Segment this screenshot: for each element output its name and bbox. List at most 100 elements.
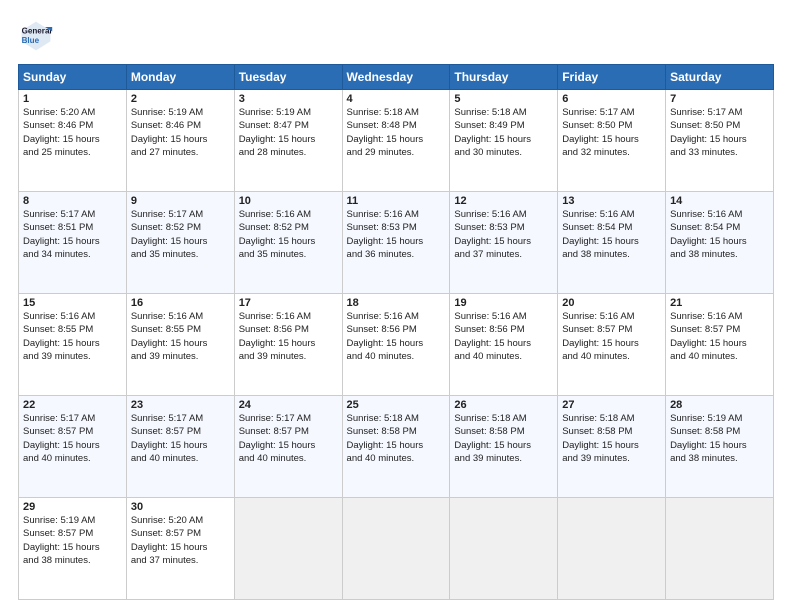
daylight-label: Daylight: 15 hours (562, 440, 639, 451)
daylight-label: Daylight: 15 hours (131, 542, 208, 553)
sunset-label: Sunset: 8:57 PM (131, 528, 201, 539)
day-info: Sunrise: 5:16 AM Sunset: 8:56 PM Dayligh… (239, 310, 338, 363)
sunset-label: Sunset: 8:51 PM (23, 222, 93, 233)
sunrise-label: Sunrise: 5:17 AM (131, 413, 203, 424)
svg-text:Blue: Blue (22, 36, 40, 45)
day-info: Sunrise: 5:16 AM Sunset: 8:53 PM Dayligh… (347, 208, 446, 261)
daylight-label: Daylight: 15 hours (23, 236, 100, 247)
day-info: Sunrise: 5:16 AM Sunset: 8:55 PM Dayligh… (23, 310, 122, 363)
daylight-minutes: and 40 minutes. (347, 453, 415, 464)
sunset-label: Sunset: 8:53 PM (454, 222, 524, 233)
daylight-minutes: and 38 minutes. (670, 249, 738, 260)
calendar-cell: 13 Sunrise: 5:16 AM Sunset: 8:54 PM Dayl… (558, 192, 666, 294)
daylight-minutes: and 29 minutes. (347, 147, 415, 158)
calendar-header-tuesday: Tuesday (234, 65, 342, 90)
day-info: Sunrise: 5:17 AM Sunset: 8:51 PM Dayligh… (23, 208, 122, 261)
calendar-cell: 6 Sunrise: 5:17 AM Sunset: 8:50 PM Dayli… (558, 90, 666, 192)
daylight-minutes: and 25 minutes. (23, 147, 91, 158)
daylight-label: Daylight: 15 hours (670, 236, 747, 247)
sunset-label: Sunset: 8:56 PM (454, 324, 524, 335)
calendar-header-saturday: Saturday (666, 65, 774, 90)
daylight-minutes: and 39 minutes. (239, 351, 307, 362)
daylight-minutes: and 28 minutes. (239, 147, 307, 158)
calendar-cell (342, 498, 450, 600)
day-info: Sunrise: 5:18 AM Sunset: 8:58 PM Dayligh… (347, 412, 446, 465)
sunset-label: Sunset: 8:57 PM (670, 324, 740, 335)
calendar-header-sunday: Sunday (19, 65, 127, 90)
calendar-cell: 17 Sunrise: 5:16 AM Sunset: 8:56 PM Dayl… (234, 294, 342, 396)
sunset-label: Sunset: 8:58 PM (454, 426, 524, 437)
day-info: Sunrise: 5:16 AM Sunset: 8:55 PM Dayligh… (131, 310, 230, 363)
calendar-cell: 19 Sunrise: 5:16 AM Sunset: 8:56 PM Dayl… (450, 294, 558, 396)
daylight-label: Daylight: 15 hours (131, 440, 208, 451)
daylight-minutes: and 37 minutes. (454, 249, 522, 260)
day-number: 30 (131, 501, 230, 513)
daylight-label: Daylight: 15 hours (454, 236, 531, 247)
sunset-label: Sunset: 8:47 PM (239, 120, 309, 131)
calendar-cell: 11 Sunrise: 5:16 AM Sunset: 8:53 PM Dayl… (342, 192, 450, 294)
daylight-minutes: and 36 minutes. (347, 249, 415, 260)
sunrise-label: Sunrise: 5:16 AM (239, 311, 311, 322)
sunrise-label: Sunrise: 5:18 AM (347, 413, 419, 424)
sunrise-label: Sunrise: 5:18 AM (562, 413, 634, 424)
day-info: Sunrise: 5:17 AM Sunset: 8:57 PM Dayligh… (23, 412, 122, 465)
daylight-label: Daylight: 15 hours (670, 440, 747, 451)
daylight-minutes: and 39 minutes. (131, 351, 199, 362)
day-number: 12 (454, 195, 553, 207)
calendar-table: SundayMondayTuesdayWednesdayThursdayFrid… (18, 64, 774, 600)
day-info: Sunrise: 5:16 AM Sunset: 8:57 PM Dayligh… (562, 310, 661, 363)
calendar-cell: 14 Sunrise: 5:16 AM Sunset: 8:54 PM Dayl… (666, 192, 774, 294)
day-number: 26 (454, 399, 553, 411)
day-info: Sunrise: 5:16 AM Sunset: 8:57 PM Dayligh… (670, 310, 769, 363)
day-info: Sunrise: 5:18 AM Sunset: 8:58 PM Dayligh… (562, 412, 661, 465)
day-number: 16 (131, 297, 230, 309)
calendar-cell: 1 Sunrise: 5:20 AM Sunset: 8:46 PM Dayli… (19, 90, 127, 192)
day-number: 3 (239, 93, 338, 105)
calendar-cell: 5 Sunrise: 5:18 AM Sunset: 8:49 PM Dayli… (450, 90, 558, 192)
day-info: Sunrise: 5:16 AM Sunset: 8:56 PM Dayligh… (347, 310, 446, 363)
day-info: Sunrise: 5:16 AM Sunset: 8:56 PM Dayligh… (454, 310, 553, 363)
sunrise-label: Sunrise: 5:16 AM (23, 311, 95, 322)
day-info: Sunrise: 5:18 AM Sunset: 8:58 PM Dayligh… (454, 412, 553, 465)
sunrise-label: Sunrise: 5:16 AM (131, 311, 203, 322)
daylight-label: Daylight: 15 hours (562, 236, 639, 247)
calendar-cell: 30 Sunrise: 5:20 AM Sunset: 8:57 PM Dayl… (126, 498, 234, 600)
sunrise-label: Sunrise: 5:16 AM (562, 311, 634, 322)
daylight-minutes: and 35 minutes. (131, 249, 199, 260)
daylight-label: Daylight: 15 hours (239, 440, 316, 451)
day-number: 17 (239, 297, 338, 309)
daylight-label: Daylight: 15 hours (131, 338, 208, 349)
daylight-minutes: and 40 minutes. (670, 351, 738, 362)
day-info: Sunrise: 5:17 AM Sunset: 8:50 PM Dayligh… (670, 106, 769, 159)
daylight-label: Daylight: 15 hours (239, 134, 316, 145)
sunrise-label: Sunrise: 5:17 AM (670, 107, 742, 118)
day-number: 23 (131, 399, 230, 411)
sunrise-label: Sunrise: 5:17 AM (131, 209, 203, 220)
sunset-label: Sunset: 8:49 PM (454, 120, 524, 131)
daylight-label: Daylight: 15 hours (23, 134, 100, 145)
day-number: 24 (239, 399, 338, 411)
calendar-cell: 10 Sunrise: 5:16 AM Sunset: 8:52 PM Dayl… (234, 192, 342, 294)
day-number: 13 (562, 195, 661, 207)
day-info: Sunrise: 5:18 AM Sunset: 8:48 PM Dayligh… (347, 106, 446, 159)
calendar-header-row: SundayMondayTuesdayWednesdayThursdayFrid… (19, 65, 774, 90)
logo: General Blue (18, 18, 60, 54)
sunset-label: Sunset: 8:58 PM (562, 426, 632, 437)
day-number: 29 (23, 501, 122, 513)
calendar-cell: 4 Sunrise: 5:18 AM Sunset: 8:48 PM Dayli… (342, 90, 450, 192)
daylight-label: Daylight: 15 hours (347, 338, 424, 349)
calendar-cell (666, 498, 774, 600)
daylight-label: Daylight: 15 hours (562, 134, 639, 145)
sunrise-label: Sunrise: 5:18 AM (454, 107, 526, 118)
sunset-label: Sunset: 8:55 PM (23, 324, 93, 335)
daylight-minutes: and 34 minutes. (23, 249, 91, 260)
day-info: Sunrise: 5:19 AM Sunset: 8:46 PM Dayligh… (131, 106, 230, 159)
day-info: Sunrise: 5:20 AM Sunset: 8:46 PM Dayligh… (23, 106, 122, 159)
day-number: 19 (454, 297, 553, 309)
daylight-minutes: and 38 minutes. (23, 555, 91, 566)
calendar-cell: 3 Sunrise: 5:19 AM Sunset: 8:47 PM Dayli… (234, 90, 342, 192)
calendar-cell: 8 Sunrise: 5:17 AM Sunset: 8:51 PM Dayli… (19, 192, 127, 294)
daylight-minutes: and 40 minutes. (454, 351, 522, 362)
sunset-label: Sunset: 8:57 PM (23, 426, 93, 437)
day-info: Sunrise: 5:17 AM Sunset: 8:57 PM Dayligh… (131, 412, 230, 465)
